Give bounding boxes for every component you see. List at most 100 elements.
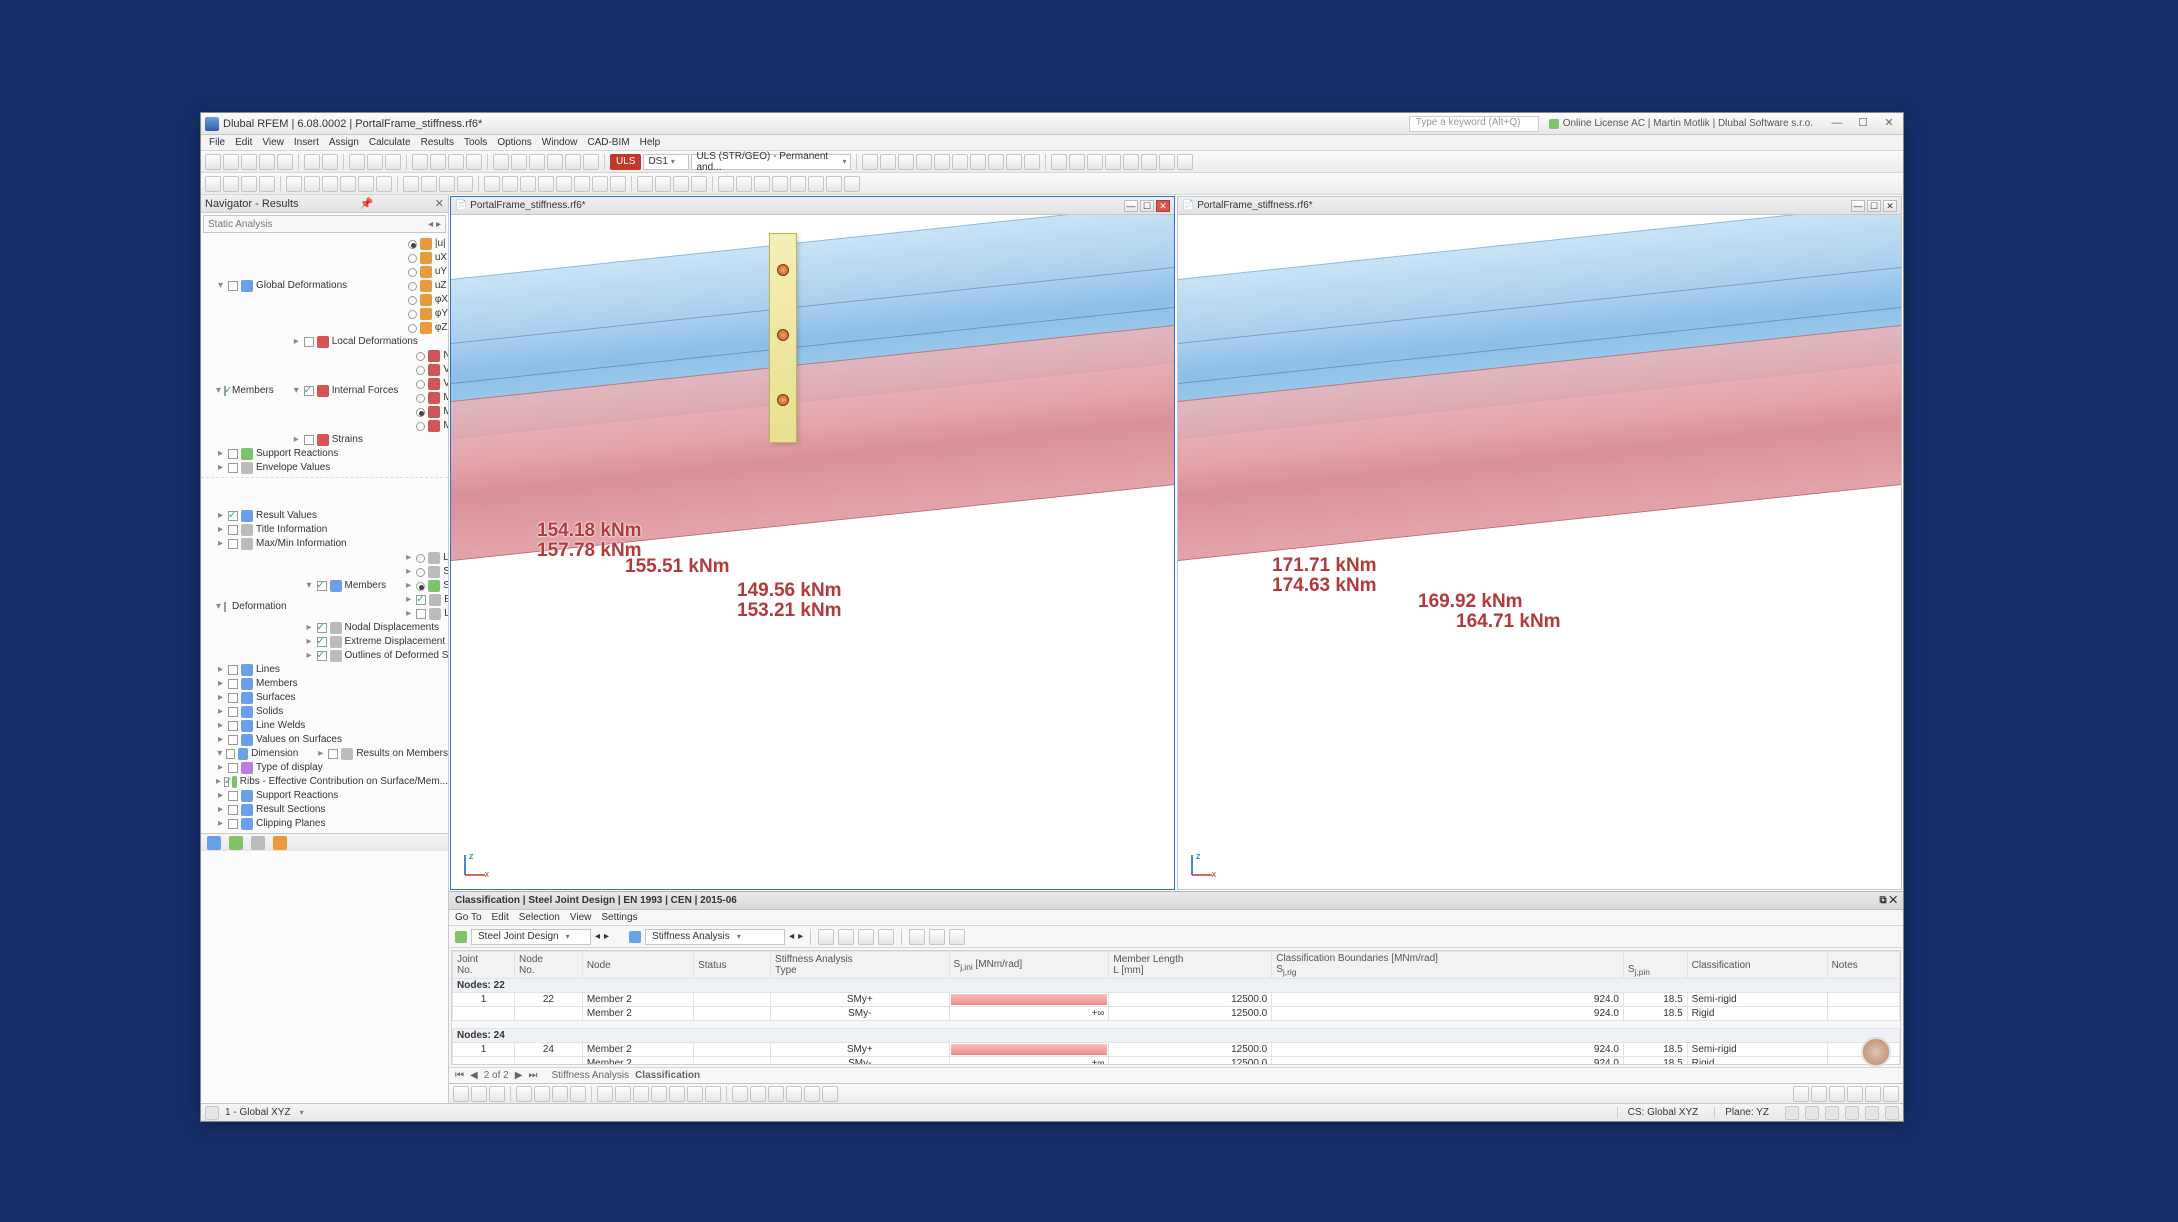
menu-help[interactable]: Help [636, 137, 665, 148]
tp-e-icon[interactable] [909, 929, 925, 945]
tb-g7-icon[interactable] [970, 154, 986, 170]
tb2-j-icon[interactable] [376, 176, 392, 192]
tb-g10-icon[interactable] [1024, 154, 1040, 170]
tb-h5-icon[interactable] [1123, 154, 1139, 170]
loadcase-combo[interactable]: ULS (STR/GEO) - Permanent and... [691, 154, 851, 170]
sb-b-icon[interactable] [1805, 1106, 1819, 1120]
menu-cad-bim[interactable]: CAD-BIM [583, 137, 633, 148]
vp-close-icon[interactable]: ✕ [1156, 200, 1170, 212]
viewport-left[interactable]: 📄 PortalFrame_stiffness.rf6* — ☐ ✕ [450, 196, 1175, 890]
sb-c-icon[interactable] [1825, 1106, 1839, 1120]
tb2-l-icon[interactable] [421, 176, 437, 192]
tb-calc-icon[interactable] [412, 154, 428, 170]
table-row[interactable]: 122Member 2 SMy+ 409.0 12500.0924.018.5 … [453, 993, 1900, 1007]
tb-c-icon[interactable] [529, 154, 545, 170]
tb-print-icon[interactable] [277, 154, 293, 170]
nav-tab-data-icon[interactable] [207, 836, 221, 850]
menu-calculate[interactable]: Calculate [365, 137, 415, 148]
tp-prev2-icon[interactable]: ◂ [789, 931, 794, 942]
vt-r-icon[interactable] [786, 1086, 802, 1102]
tree-item[interactable]: ▾Dimension▸Results on Members [213, 747, 448, 761]
tb-save-icon[interactable] [241, 154, 257, 170]
tree-item[interactable]: ▸Members [213, 677, 448, 691]
tb-results-icon[interactable] [430, 154, 446, 170]
tb2-t-icon[interactable] [574, 176, 590, 192]
tp-last-icon[interactable]: ⏭ [528, 1070, 537, 1081]
tree-item[interactable]: ▸Title Information [213, 523, 448, 537]
vt-v-icon[interactable] [1811, 1086, 1827, 1102]
tb2-aa-icon[interactable] [718, 176, 734, 192]
vt-p-icon[interactable] [750, 1086, 766, 1102]
tb2-b-icon[interactable] [223, 176, 239, 192]
assistant-avatar[interactable] [1861, 1037, 1891, 1067]
sb-a-icon[interactable] [1785, 1106, 1799, 1120]
classification-table[interactable]: JointNo.NodeNo.NodeStatusStiffness Analy… [451, 950, 1901, 1065]
vt-x-icon[interactable] [1847, 1086, 1863, 1102]
nav-tab-display-icon[interactable] [229, 836, 243, 850]
tb2-ad-icon[interactable] [772, 176, 788, 192]
tb-h8-icon[interactable] [1177, 154, 1193, 170]
menu-assign[interactable]: Assign [325, 137, 363, 148]
tb-redo-icon[interactable] [322, 154, 338, 170]
vp-close-icon[interactable]: ✕ [1883, 200, 1897, 212]
tb2-e-icon[interactable] [286, 176, 302, 192]
tree-item[interactable]: ▸Result Values [213, 509, 448, 523]
nav-tab-results-icon[interactable] [273, 836, 287, 850]
tree-item[interactable]: ▸Max/Min Information [213, 537, 448, 551]
tb2-n-icon[interactable] [457, 176, 473, 192]
tb-model-icon[interactable] [466, 154, 482, 170]
tb-g9-icon[interactable] [1006, 154, 1022, 170]
tp-menu-settings[interactable]: Settings [601, 912, 637, 923]
tb2-u-icon[interactable] [592, 176, 608, 192]
close-button[interactable]: ✕ [1879, 117, 1899, 131]
vt-u-icon[interactable] [1793, 1086, 1809, 1102]
tree-item[interactable]: ▸Surfaces [213, 691, 448, 705]
tb-a-icon[interactable] [493, 154, 509, 170]
menu-file[interactable]: File [205, 137, 229, 148]
vt-d-icon[interactable] [516, 1086, 532, 1102]
vt-e-icon[interactable] [534, 1086, 550, 1102]
tree-item[interactable]: ▸Type of display [213, 761, 448, 775]
tp-a-icon[interactable] [818, 929, 834, 945]
tb-g3-icon[interactable] [898, 154, 914, 170]
tree-item[interactable]: ▸Lines [213, 663, 448, 677]
tp-d-icon[interactable] [878, 929, 894, 945]
tb2-ac-icon[interactable] [754, 176, 770, 192]
menu-insert[interactable]: Insert [290, 137, 323, 148]
tp-menu-goto[interactable]: Go To [455, 912, 482, 923]
vt-l-icon[interactable] [669, 1086, 685, 1102]
tb2-ab-icon[interactable] [736, 176, 752, 192]
vp-min-icon[interactable]: — [1124, 200, 1138, 212]
tb2-ah-icon[interactable] [844, 176, 860, 192]
tree-item[interactable]: ▾Deformation▾Members▸Lines▸Section▸Secti… [213, 551, 448, 663]
tree-item[interactable]: ▸Line Welds [213, 719, 448, 733]
tp-prev-icon[interactable]: ◂ [595, 931, 600, 942]
vt-q-icon[interactable] [768, 1086, 784, 1102]
tp-c-icon[interactable] [858, 929, 874, 945]
menu-tools[interactable]: Tools [460, 137, 491, 148]
tb2-q-icon[interactable] [520, 176, 536, 192]
vt-g-icon[interactable] [570, 1086, 586, 1102]
tb2-f-icon[interactable] [304, 176, 320, 192]
table-row[interactable]: 124Member 2 SMy+ 409.0 12500.0924.018.5 … [453, 1043, 1900, 1057]
tp-b-icon[interactable] [838, 929, 854, 945]
navigator-pin-icon[interactable]: 📌 [360, 197, 374, 210]
tb-cut-icon[interactable] [349, 154, 365, 170]
tb-undo-icon[interactable] [304, 154, 320, 170]
tb-h3-icon[interactable] [1087, 154, 1103, 170]
tb-new-icon[interactable] [205, 154, 221, 170]
tp-tab-classification[interactable]: Classification [635, 1070, 700, 1081]
table-row[interactable]: Member 2 SMy- +∞ 12500.0924.018.5 Rigid [453, 1057, 1900, 1066]
vt-y-icon[interactable] [1865, 1086, 1881, 1102]
results-tree-lower[interactable]: ▸Result Values▸Title Information▸Max/Min… [201, 507, 448, 833]
tp-menu-edit[interactable]: Edit [492, 912, 509, 923]
tp-f-icon[interactable] [929, 929, 945, 945]
tree-item[interactable]: ▸Section Colored [401, 579, 448, 593]
canvas-right[interactable]: zx 171.71 kNm174.63 kNm169.92 kNm164.71 … [1178, 215, 1901, 889]
tb-g6-icon[interactable] [952, 154, 968, 170]
tb-paste-icon[interactable] [385, 154, 401, 170]
menu-view[interactable]: View [258, 137, 288, 148]
tb2-y-icon[interactable] [673, 176, 689, 192]
tb2-c-icon[interactable] [241, 176, 257, 192]
tree-item[interactable]: ▸Values on Surfaces [213, 733, 448, 747]
